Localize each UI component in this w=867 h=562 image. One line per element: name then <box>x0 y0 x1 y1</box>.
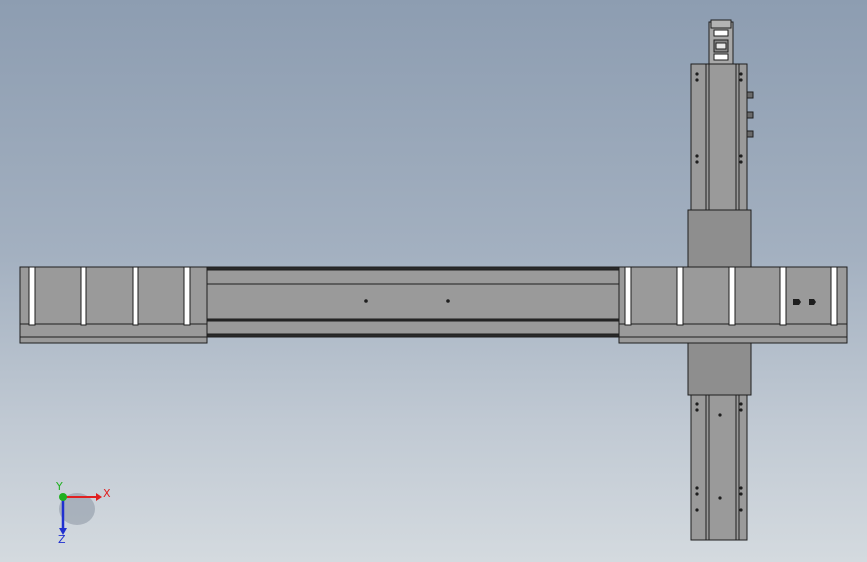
coordinate-triad: X Y Z <box>55 480 111 546</box>
cad-model-view[interactable]: X Y Z <box>0 0 867 562</box>
horizontal-axis[interactable] <box>19 266 848 344</box>
vertical-axis-top[interactable] <box>690 19 754 211</box>
left-end-module <box>19 266 208 344</box>
motor-cap <box>710 19 732 29</box>
triad-y-label: Y <box>55 480 63 493</box>
y-axis-dot <box>59 493 67 501</box>
horizontal-profile <box>206 266 620 338</box>
triad-z-label: Z <box>58 533 66 546</box>
sensor-3 <box>746 130 754 138</box>
cad-viewport[interactable]: X Y Z <box>0 0 867 562</box>
vertical-carriage-upper[interactable] <box>687 209 752 268</box>
sensor-1 <box>746 91 754 99</box>
sensor-2 <box>746 111 754 119</box>
vertical-carriage-lower[interactable] <box>687 342 752 396</box>
vertical-axis-bottom[interactable] <box>690 394 748 541</box>
triad-x-label: X <box>103 487 111 500</box>
